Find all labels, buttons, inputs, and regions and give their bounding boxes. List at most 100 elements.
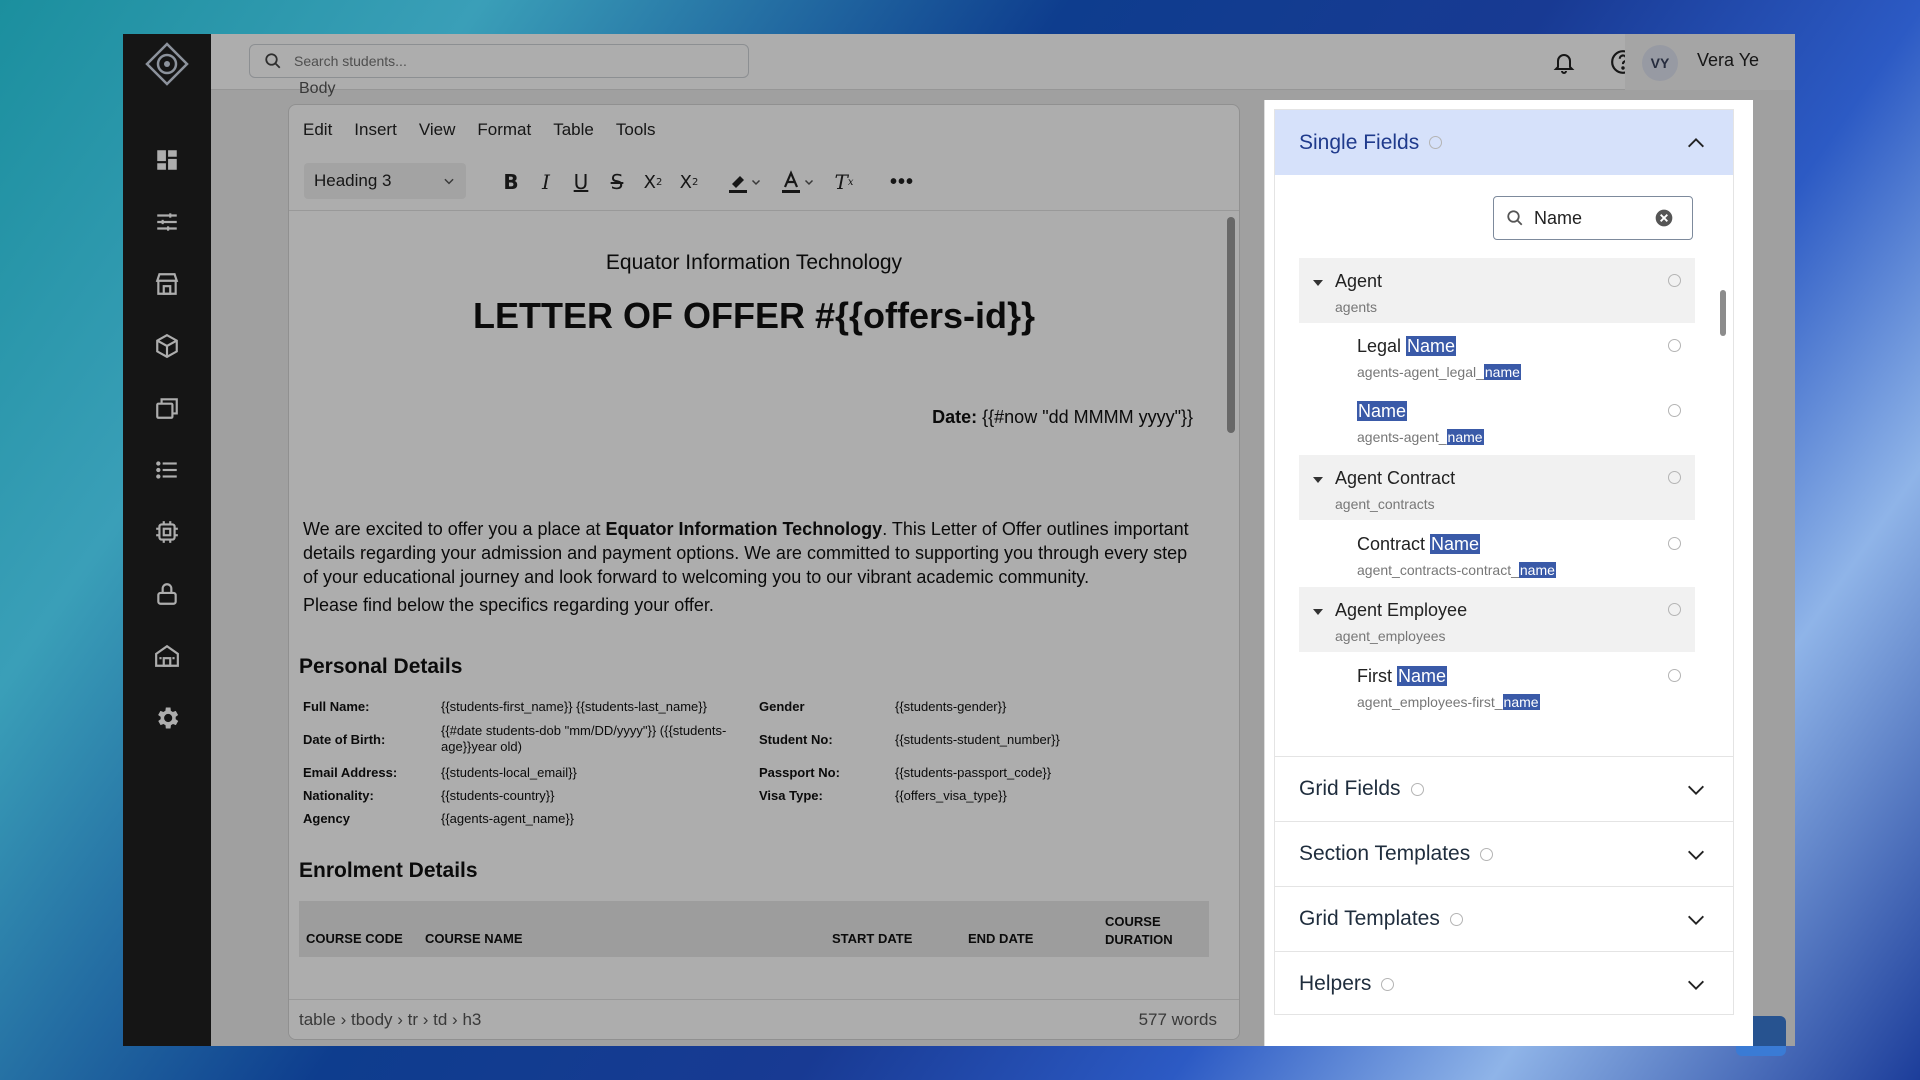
fields-accordion: Single Fields Agent agents Legal Name — [1274, 109, 1734, 1015]
match-highlight: Name — [1430, 534, 1481, 554]
student-no-value: {{students-student_number}} — [895, 732, 1060, 747]
chip-icon[interactable] — [147, 512, 187, 552]
cube-icon[interactable] — [147, 326, 187, 366]
tree-field[interactable]: Legal Name agents-agent_legal_name — [1299, 323, 1695, 388]
tree-group-agent-employee[interactable]: Agent Employee agent_employees — [1299, 587, 1695, 652]
chevron-down-icon[interactable] — [747, 165, 765, 199]
agency-value: {{agents-agent_name}} — [441, 811, 575, 826]
field-search[interactable] — [1493, 196, 1693, 240]
block-format-select[interactable]: Heading 3 — [304, 163, 466, 199]
student-search[interactable] — [249, 44, 749, 78]
info-icon — [1449, 912, 1463, 926]
section-title: Grid Templates — [1299, 907, 1440, 930]
full-name-label: Full Name: — [303, 699, 370, 714]
email-value: {{students-local_email}} — [441, 765, 577, 780]
bold-button[interactable]: B — [494, 165, 528, 199]
avatar[interactable]: VY — [1642, 45, 1678, 81]
field-title: Name — [1357, 401, 1408, 422]
user-name[interactable]: Vera Ye — [1697, 50, 1759, 71]
menu-table[interactable]: Table — [553, 120, 594, 140]
intro-text: We are excited to offer you a place at — [303, 519, 606, 539]
sidebar — [123, 34, 211, 1046]
clear-formatting-button[interactable]: Tx — [827, 165, 861, 199]
match-highlight: name — [1446, 429, 1484, 445]
underline-button[interactable]: U — [564, 165, 598, 199]
chevron-down-icon[interactable] — [800, 165, 818, 199]
match-highlight: name — [1518, 562, 1556, 578]
chevron-down-icon[interactable] — [1685, 844, 1707, 866]
info-icon — [1668, 603, 1681, 616]
caret-icon[interactable] — [1313, 280, 1323, 286]
chevron-down-icon[interactable] — [1685, 974, 1707, 996]
personal-details-heading: Personal Details — [299, 655, 463, 678]
chevron-down-icon[interactable] — [1685, 779, 1707, 801]
tree-group-agent[interactable]: Agent agents — [1299, 258, 1695, 323]
menu-insert[interactable]: Insert — [354, 120, 397, 140]
col-end-date: END DATE — [968, 931, 1034, 946]
building-icon[interactable] — [147, 636, 187, 676]
tree-group-agent-contract[interactable]: Agent Contract agent_contracts — [1299, 455, 1695, 520]
nationality-label: Nationality: — [303, 788, 374, 803]
date-label: Date: — [932, 407, 978, 427]
menu-tools[interactable]: Tools — [616, 120, 656, 140]
store-icon[interactable] — [147, 264, 187, 304]
list-icon[interactable] — [147, 450, 187, 490]
word-count[interactable]: 577 words — [1139, 1010, 1217, 1030]
tree-field[interactable]: Contract Name agent_contracts-contract_n… — [1299, 521, 1695, 586]
field-key-text: agent_contracts-contract_ — [1357, 562, 1519, 578]
grid-fields-header[interactable]: Grid Fields — [1275, 756, 1733, 821]
col-start-date: START DATE — [832, 931, 913, 946]
search-icon — [265, 53, 281, 69]
visa-label: Visa Type: — [759, 788, 823, 803]
full-name-value: {{students-first_name}} {{students-last_… — [441, 699, 707, 714]
col-course-code: COURSE CODE — [306, 931, 403, 946]
helpers-header[interactable]: Helpers — [1275, 951, 1733, 1014]
element-path[interactable]: table › tbody › tr › td › h3 — [299, 1010, 481, 1030]
editor-scrollbar[interactable] — [1227, 217, 1235, 433]
clear-icon[interactable] — [1654, 208, 1674, 228]
menu-view[interactable]: View — [419, 120, 456, 140]
passport-value: {{students-passport_code}} — [895, 765, 1052, 780]
tree-field[interactable]: Name agents-agent_name — [1299, 388, 1695, 453]
field-title: First Name — [1357, 666, 1448, 687]
nationality-value: {{students-country}} — [441, 788, 555, 803]
bell-icon[interactable] — [1550, 48, 1578, 76]
layers-icon[interactable] — [147, 388, 187, 428]
lock-icon[interactable] — [147, 574, 187, 614]
student-search-input[interactable] — [294, 53, 714, 69]
enrolment-details-heading: Enrolment Details — [299, 859, 478, 882]
single-fields-header[interactable]: Single Fields — [1275, 110, 1733, 175]
superscript-button[interactable]: X2 — [672, 165, 706, 199]
sliders-icon[interactable] — [147, 202, 187, 242]
chevron-down-icon[interactable] — [1685, 909, 1707, 931]
col-course-name: COURSE NAME — [425, 931, 523, 946]
field-search-input[interactable] — [1534, 207, 1644, 229]
italic-button[interactable]: I — [529, 165, 563, 199]
caret-icon[interactable] — [1313, 477, 1323, 483]
gear-icon[interactable] — [147, 698, 187, 738]
caret-icon[interactable] — [1313, 609, 1323, 615]
info-icon — [1668, 274, 1681, 287]
tree-field[interactable]: First Name agent_employees-first_name — [1299, 653, 1695, 718]
info-icon — [1410, 782, 1424, 796]
grid-templates-header[interactable]: Grid Templates — [1275, 886, 1733, 951]
strikethrough-button[interactable]: S — [600, 165, 634, 199]
subscript-button[interactable]: X2 — [636, 165, 670, 199]
dashboard-icon[interactable] — [147, 140, 187, 180]
app-logo[interactable] — [145, 42, 189, 86]
more-options-button[interactable]: ••• — [885, 165, 919, 199]
field-key-text: agents-agent_ — [1357, 429, 1447, 445]
tree-scrollbar[interactable] — [1720, 290, 1726, 336]
date-line: Date: {{#now "dd MMMM yyyy"}} — [932, 407, 1193, 428]
group-title: Agent Employee — [1335, 600, 1468, 620]
dob-label: Date of Birth: — [303, 732, 386, 747]
field-title: Contract Name — [1357, 534, 1481, 555]
field-key-text: agent_employees-first_ — [1357, 694, 1503, 710]
menu-format[interactable]: Format — [477, 120, 531, 140]
section-templates-header[interactable]: Section Templates — [1275, 821, 1733, 886]
menu-edit[interactable]: Edit — [303, 120, 332, 140]
field-key: agent_contracts-contract_name — [1357, 562, 1556, 578]
field-title-text: Legal — [1357, 336, 1407, 356]
chevron-up-icon[interactable] — [1685, 132, 1707, 154]
document-body[interactable]: Equator Information Technology LETTER OF… — [289, 211, 1219, 1001]
